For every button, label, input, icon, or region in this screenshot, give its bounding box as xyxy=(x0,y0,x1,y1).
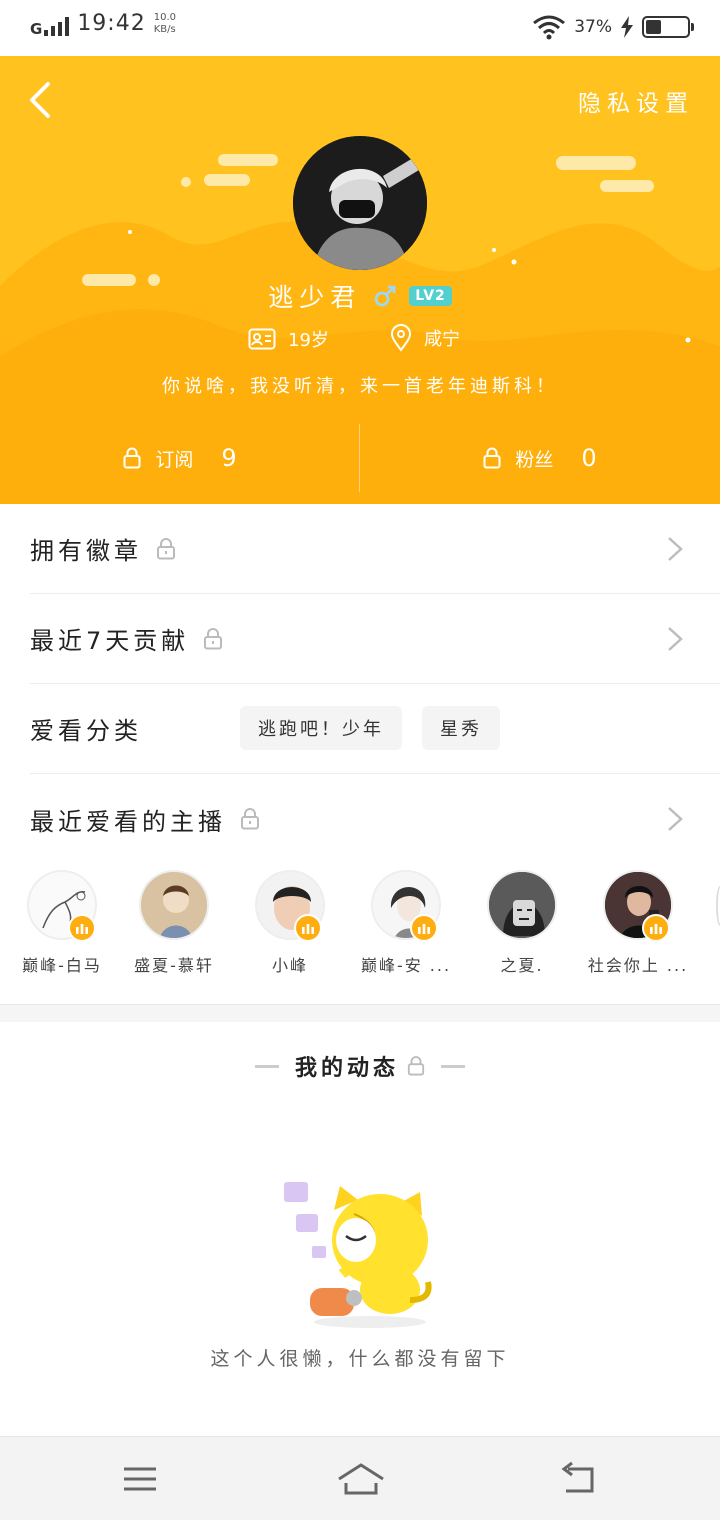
empty-state-text: 这个人很懒，什么都没有留下 xyxy=(210,1348,510,1370)
anchor-name: 之夏. xyxy=(500,956,544,975)
categories-row: 爱看分类 逃跑吧！少年 星秀 xyxy=(30,684,720,774)
category-tag[interactable]: 星秀 xyxy=(422,706,500,750)
speed-value: 10.0 xyxy=(153,12,176,23)
anchor-name: 巅峰-白马 xyxy=(22,956,102,975)
clock: 19:42 xyxy=(77,11,146,36)
status-bar: G 19:42 10.0 KB/s 37% xyxy=(0,0,720,56)
anchor-name: 社会你上 ... xyxy=(587,956,689,975)
lock-icon xyxy=(483,447,501,469)
dynamics-heading: 我的动态 xyxy=(0,1050,720,1082)
contribution-row[interactable]: 最近7天贡献 xyxy=(30,594,720,684)
favorite-anchors-title: 最近爱看的主播 xyxy=(30,807,226,836)
live-badge-icon xyxy=(294,914,322,942)
anchor-avatar xyxy=(487,870,557,940)
chevron-right-icon[interactable] xyxy=(666,805,684,833)
back-button[interactable] xyxy=(18,76,66,124)
anchor-item[interactable]: 小峰 xyxy=(232,864,348,976)
next-anchor-peek xyxy=(716,886,720,926)
category-tag[interactable]: 逃跑吧！少年 xyxy=(240,706,402,750)
live-badge-icon xyxy=(642,914,670,942)
anchor-item[interactable]: 巅峰-白马 xyxy=(4,864,120,976)
anchor-item[interactable]: 社会你上 ... xyxy=(580,864,696,976)
anchor-item[interactable]: 巅峰-安 ... xyxy=(348,864,464,976)
anchor-avatar xyxy=(139,870,209,940)
badges-row[interactable]: 拥有徽章 xyxy=(30,504,720,594)
anchor-item[interactable]: 盛夏-慕轩 xyxy=(116,864,232,976)
signal-icon xyxy=(44,14,70,36)
heading-dash xyxy=(254,1064,279,1068)
lock-icon xyxy=(157,537,175,559)
network-type: G xyxy=(30,20,43,38)
anchor-name: 盛夏-慕轩 xyxy=(134,956,214,975)
dynamics-title: 我的动态 xyxy=(294,1056,399,1081)
favorite-anchors-row[interactable]: 最近爱看的主播 xyxy=(30,774,720,864)
charging-icon xyxy=(621,16,633,38)
badges-title: 拥有徽章 xyxy=(30,537,142,565)
fans-stat[interactable]: 粉丝 0 xyxy=(360,422,720,494)
live-badge-icon xyxy=(410,914,438,942)
contribution-title: 最近7天贡献 xyxy=(30,627,190,655)
menu-icon[interactable] xyxy=(118,1459,162,1499)
user-age: 19岁 xyxy=(288,330,329,351)
network-speed: 10.0 KB/s xyxy=(154,12,176,36)
wifi-icon xyxy=(533,15,566,40)
user-name: 逃少君 xyxy=(268,283,362,312)
subscriptions-stat[interactable]: 订阅 9 xyxy=(0,422,360,494)
location-pin-icon xyxy=(390,324,412,352)
empty-state-mascot-icon xyxy=(284,1182,432,1328)
back-nav-icon[interactable] xyxy=(558,1459,602,1499)
anchor-name: 小峰 xyxy=(271,956,308,975)
chevron-right-icon[interactable] xyxy=(666,535,684,563)
subscriptions-count: 9 xyxy=(221,444,237,472)
anchor-name: 巅峰-安 ... xyxy=(360,956,452,975)
categories-title: 爱看分类 xyxy=(30,717,142,745)
live-badge-icon xyxy=(68,914,96,942)
anchor-item[interactable]: 之夏. xyxy=(464,864,580,976)
lock-icon xyxy=(204,627,223,649)
user-bio: 你说啥，我没听清，来一首老年迪斯科！ xyxy=(162,376,558,397)
lock-icon xyxy=(241,808,259,830)
battery-icon xyxy=(642,16,694,38)
privacy-settings-link[interactable]: 隐私设置 xyxy=(578,84,694,118)
fans-label: 粉丝 xyxy=(515,448,554,471)
home-icon[interactable] xyxy=(336,1459,386,1499)
level-badge: LV2 xyxy=(409,286,452,306)
subscriptions-label: 订阅 xyxy=(155,448,194,471)
battery-percent: 37% xyxy=(574,17,612,37)
section-separator xyxy=(0,1004,720,1022)
male-gender-icon xyxy=(374,285,396,307)
system-nav-bar xyxy=(0,1436,720,1520)
chevron-right-icon[interactable] xyxy=(666,625,684,653)
user-avatar[interactable] xyxy=(293,136,427,270)
heading-dash xyxy=(441,1064,465,1068)
user-city: 咸宁 xyxy=(424,329,460,350)
id-card-icon xyxy=(248,328,276,350)
anchor-list: 巅峰-白马 盛夏-慕轩 小峰 巅峰-安 ... 之夏. 社会你上 ... xyxy=(0,864,720,984)
lock-icon xyxy=(123,447,141,469)
speed-unit: KB/s xyxy=(153,24,176,35)
fans-count: 0 xyxy=(581,444,597,472)
lock-icon xyxy=(407,1056,425,1076)
profile-header: 隐私设置 逃少君 LV2 19岁 咸宁 你说啥，我没听清，来一首老年迪斯科！ 订… xyxy=(0,56,720,504)
